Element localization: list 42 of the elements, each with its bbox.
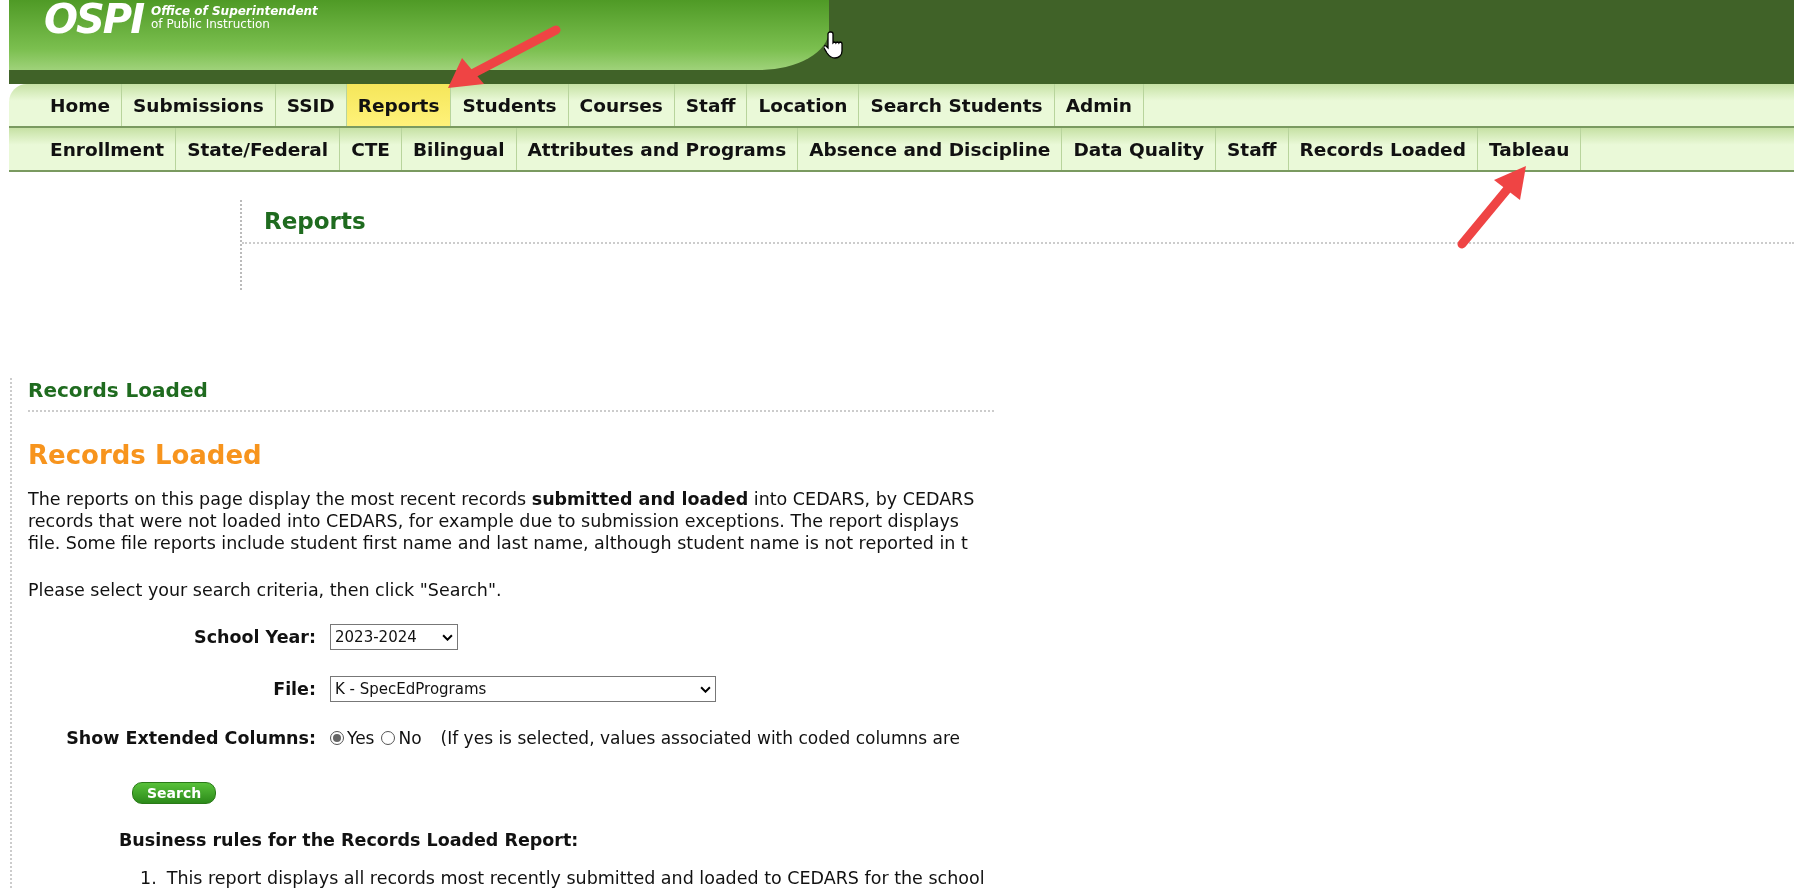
- note-text: (If yes is selected, values associated with coded columns are: [440, 728, 960, 748]
- field-label: School Year:: [193, 627, 317, 647]
- section-title: Records Loaded: [28, 378, 994, 412]
- logo: OSPI: [44, 0, 143, 38]
- report-title: Records Loaded: [28, 440, 263, 470]
- subnav-tab[interactable]: Enrollment: [39, 128, 177, 170]
- file-dropdown[interactable]: K - SpecEdPrograms: [330, 676, 716, 702]
- rules-heading: Business rules for the Records Loaded Report:: [119, 830, 580, 850]
- intro-paragraph: The reports on this page display the most recent records submitted and loaded into CEDARS, by CEDARS records that were not loaded into CEDARS, for example due to submission exceptions. The report displays file. Some file reports include student first name and last name, although student name is not reported in t: [28, 488, 976, 554]
- chevron-down-icon: [442, 633, 453, 641]
- subnav-tab[interactable]: Staff: [1215, 128, 1289, 170]
- nav-tab[interactable]: Location: [747, 84, 860, 126]
- radio-button[interactable]: [330, 731, 344, 745]
- radio-button[interactable]: [381, 731, 396, 745]
- school-year-dropdown[interactable]: 2023-2024: [330, 624, 458, 650]
- nav-tab[interactable]: Home: [39, 84, 123, 126]
- subnav-tab[interactable]: Absence and Discipline: [798, 128, 1063, 170]
- radio-label[interactable]: Yes: [347, 728, 375, 748]
- nav-tab[interactable]: Admin: [1054, 84, 1144, 126]
- rule-text: This report displays all records most recently submitted and loaded to CEDARS for the school: [166, 868, 985, 888]
- hand-cursor-icon: [824, 30, 846, 60]
- chevron-down-icon: [700, 685, 711, 693]
- nav-tab[interactable]: SSID: [275, 84, 347, 126]
- organization-name: of Public Instruction: [151, 18, 270, 31]
- radio-label[interactable]: No: [398, 728, 422, 748]
- subnav-tab[interactable]: Bilingual: [402, 128, 517, 170]
- field-label: File:: [272, 679, 317, 699]
- organization-name: Office of Superintendent: [151, 5, 318, 18]
- nav-tab[interactable]: Reports: [346, 84, 452, 126]
- subnav-tab[interactable]: Data Quality: [1062, 128, 1216, 170]
- subnav-tab[interactable]: Attributes and Programs: [516, 128, 799, 170]
- page-title: Reports: [242, 200, 1794, 244]
- nav-tab[interactable]: Submissions: [122, 84, 276, 126]
- instruction-text: Please select your search criteria, then click "Search".: [28, 580, 503, 600]
- nav-tab[interactable]: Staff: [674, 84, 748, 126]
- field-label: Show Extended Columns:: [65, 728, 317, 748]
- list-number: 1.: [140, 868, 157, 888]
- subnav-tab[interactable]: State/Federal: [176, 128, 341, 170]
- subnav-tab[interactable]: Records Loaded: [1288, 128, 1478, 170]
- nav-tab[interactable]: Search Students: [859, 84, 1055, 126]
- subnav-tab[interactable]: CTE: [340, 128, 402, 170]
- nav-tab[interactable]: Courses: [568, 84, 675, 126]
